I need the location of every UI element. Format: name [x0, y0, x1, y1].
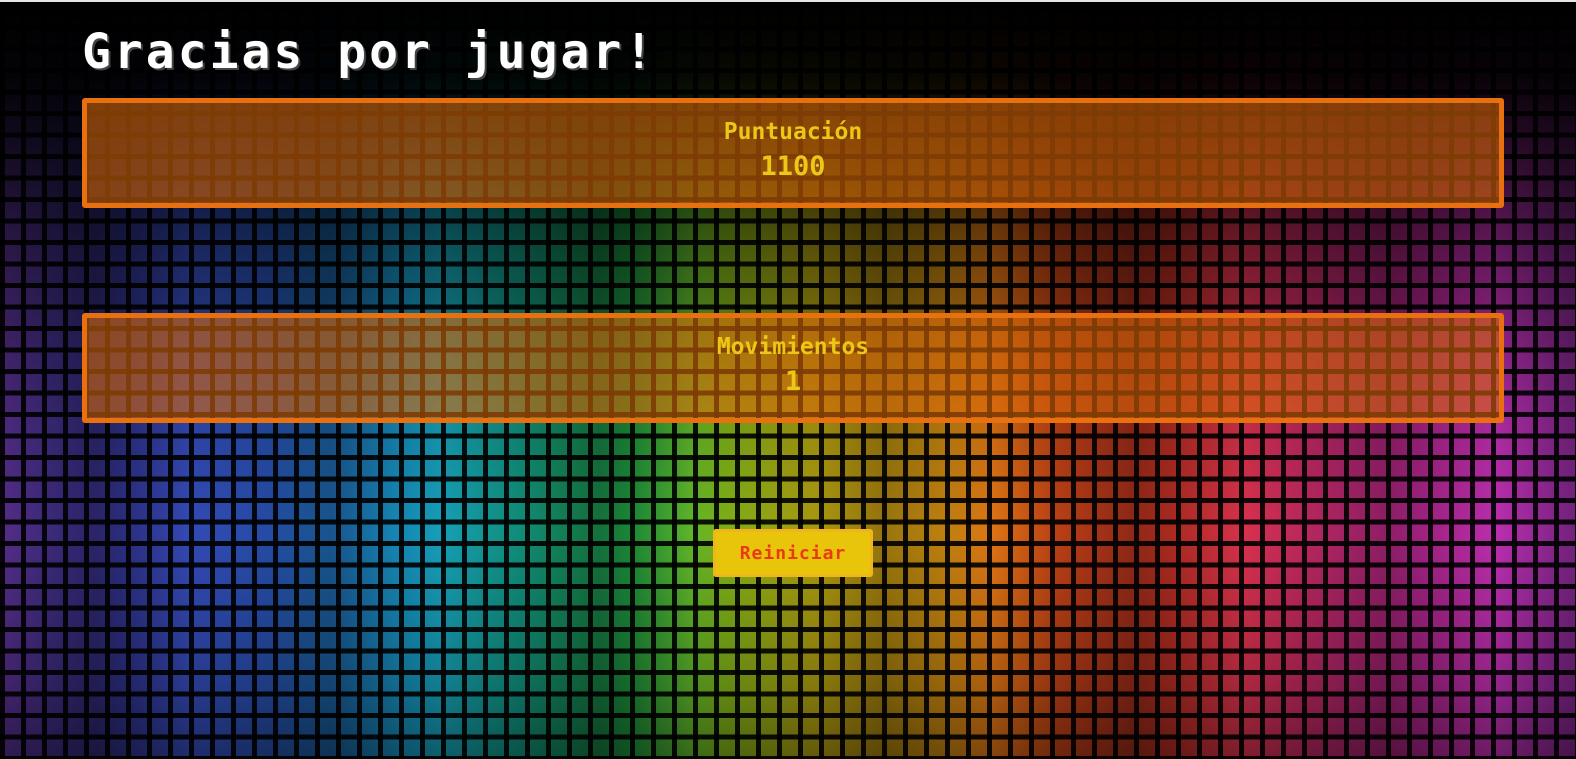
moves-panel: Movimientos 1	[82, 313, 1504, 423]
score-panel: Puntuación 1100	[82, 98, 1504, 208]
game-over-screen: Gracias por jugar! Puntuación 1100 Movim…	[0, 0, 1576, 759]
moves-value: 1	[784, 366, 802, 397]
score-value: 1100	[760, 151, 826, 182]
restart-button[interactable]: Reiniciar	[713, 529, 873, 577]
page-title: Gracias por jugar!	[82, 24, 657, 80]
moves-label: Movimientos	[716, 334, 870, 360]
score-label: Puntuación	[723, 119, 863, 145]
